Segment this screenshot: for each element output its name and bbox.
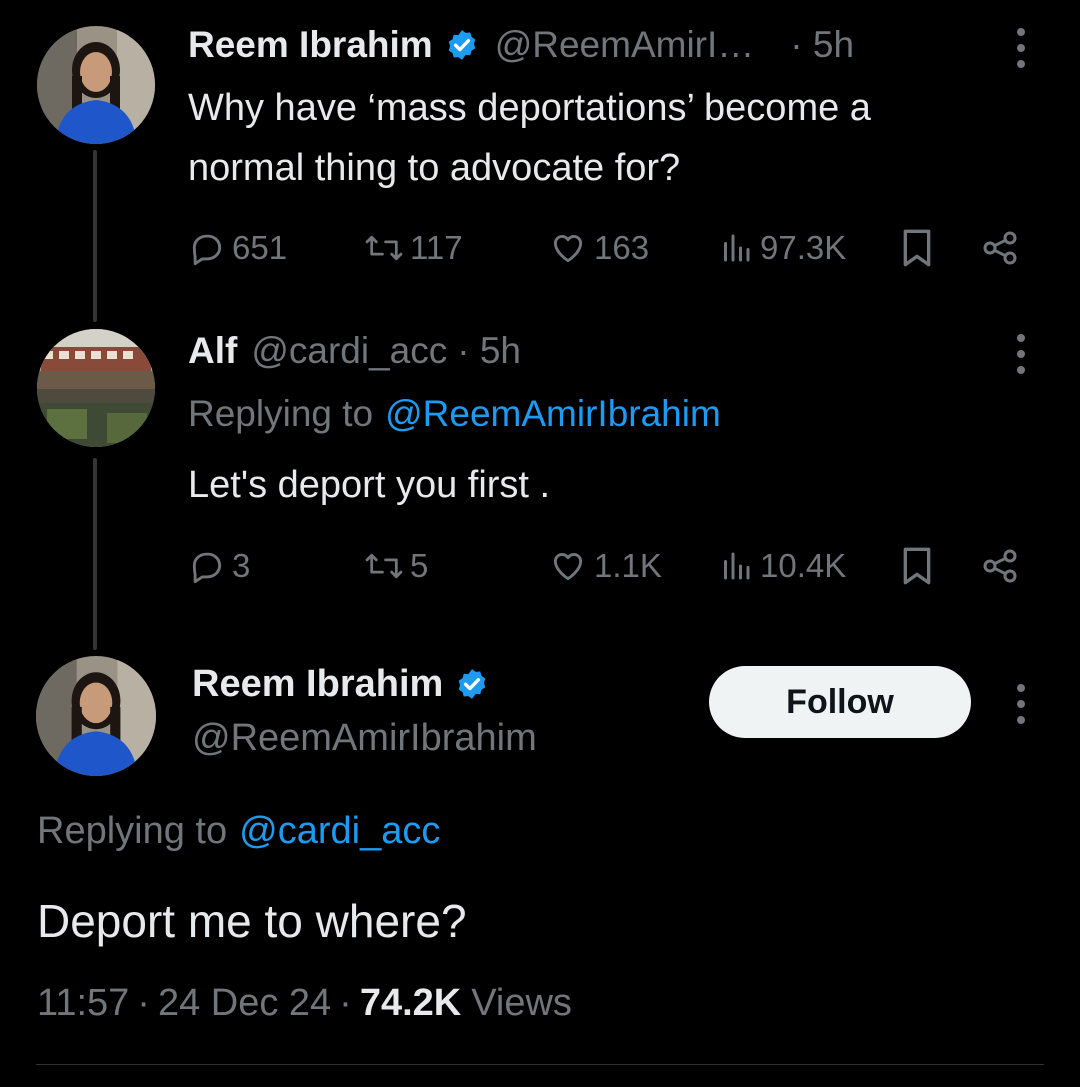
share-button[interactable] — [980, 544, 1026, 588]
views-count[interactable]: 74.2K — [360, 982, 461, 1025]
separator: · — [137, 981, 150, 1024]
more-icon[interactable] — [1016, 684, 1026, 724]
bookmark-icon — [903, 229, 931, 267]
verified-badge-icon — [455, 667, 489, 701]
tweet-text: Why have ‘mass deportations’ become a no… — [188, 87, 871, 189]
retweet-icon — [365, 235, 403, 261]
bookmark-button[interactable] — [900, 544, 940, 588]
reply-icon — [192, 552, 222, 584]
share-icon — [983, 231, 1017, 265]
more-icon[interactable] — [1016, 28, 1026, 68]
like-button[interactable]: 163 — [548, 226, 649, 270]
tweet-time[interactable]: 11:57 — [37, 982, 129, 1025]
reply-icon — [192, 234, 222, 266]
author-handle[interactable]: @cardi_acc — [251, 330, 447, 372]
verified-badge-icon — [445, 28, 479, 62]
like-count: 1.1K — [594, 547, 662, 584]
views-button[interactable]: 10.4K — [718, 544, 846, 588]
retweet-icon — [365, 553, 403, 579]
retweet-button[interactable]: 117 — [364, 226, 463, 270]
reply-button[interactable]: 651 — [188, 226, 287, 270]
reply-count: 651 — [232, 229, 288, 266]
share-icon — [983, 549, 1017, 583]
tweet-actions: 651 117 163 97.3K — [188, 226, 1028, 270]
bookmark-icon — [903, 547, 931, 585]
tweet-actions: 3 5 1.1K 10.4K — [188, 544, 1028, 588]
more-icon[interactable] — [1016, 334, 1026, 374]
tweet-meta: 11:57 · 24 Dec 24 · 74.2K Views — [37, 976, 572, 1030]
views-button[interactable]: 97.3K — [718, 226, 846, 270]
tweet-text: Let's deport you first . — [188, 464, 551, 506]
author-handle[interactable]: @ReemAmirIbrahim — [192, 714, 537, 762]
avatar[interactable] — [37, 329, 155, 447]
like-count: 163 — [594, 229, 650, 266]
author-name[interactable]: Alf — [188, 330, 237, 372]
author-name[interactable]: Reem Ibrahim — [188, 24, 433, 66]
divider — [36, 1064, 1044, 1065]
bookmark-button[interactable] — [900, 226, 940, 270]
view-count: 97.3K — [760, 229, 847, 266]
tweet-time[interactable]: · 5h — [790, 24, 854, 66]
mention-link[interactable]: @cardi_acc — [239, 810, 440, 853]
author-handle[interactable]: @ReemAmirI… — [495, 24, 755, 66]
reply-button[interactable]: 3 — [188, 544, 250, 588]
views-label: Views — [471, 981, 572, 1024]
retweet-button[interactable]: 5 — [364, 544, 428, 588]
replying-label: Replying to — [37, 809, 228, 852]
view-count: 10.4K — [760, 547, 847, 584]
like-button[interactable]: 1.1K — [548, 544, 662, 588]
thread-line — [93, 458, 97, 650]
mention-link[interactable]: @ReemAmirIbrahim — [385, 393, 721, 435]
tweet-time[interactable]: · 5h — [457, 330, 521, 372]
share-button[interactable] — [980, 226, 1026, 270]
like-icon — [553, 235, 583, 263]
follow-button[interactable]: Follow — [709, 666, 971, 738]
reply-count: 3 — [232, 547, 251, 584]
thread-line — [93, 150, 97, 322]
like-icon — [553, 553, 583, 581]
separator: · — [339, 981, 352, 1024]
avatar[interactable] — [37, 26, 155, 144]
author-name[interactable]: Reem Ibrahim — [192, 663, 443, 706]
views-icon — [724, 552, 750, 580]
tweet-date[interactable]: 24 Dec 24 — [158, 982, 331, 1025]
retweet-count: 5 — [410, 547, 429, 584]
replying-to: Replying to @cardi_acc — [37, 806, 440, 856]
replying-label: Replying to — [188, 393, 374, 434]
replying-to: Replying to @ReemAmirIbrahim — [188, 390, 721, 438]
tweet-text: Deport me to where? — [37, 895, 467, 947]
avatar[interactable] — [36, 656, 156, 776]
views-icon — [724, 234, 750, 262]
retweet-count: 117 — [410, 229, 463, 266]
